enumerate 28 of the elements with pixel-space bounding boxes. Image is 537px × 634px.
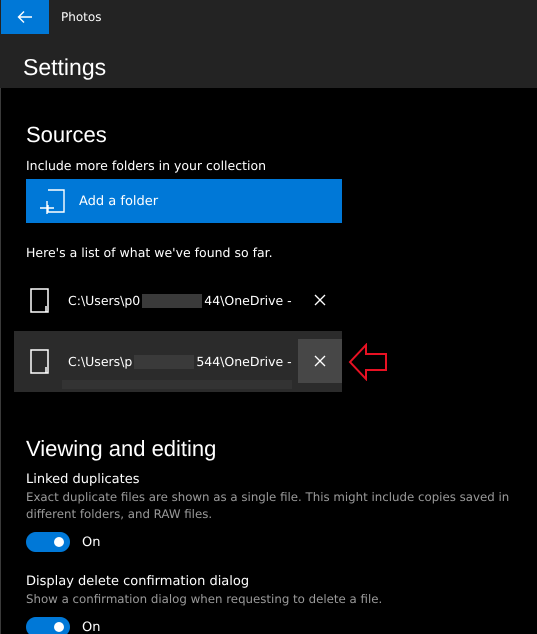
section-heading: Sources — [26, 122, 108, 148]
setting-title: Linked duplicates — [26, 472, 140, 487]
close-icon — [314, 355, 326, 367]
pointer-arrow — [348, 343, 388, 381]
setting-description: Exact duplicate files are shown as a single file. This might include copies saved in different folders, and RAW files. — [26, 489, 510, 523]
setting-title: Display delete confirmation dialog — [26, 574, 250, 589]
folder-path-end: 544\OneDrive - — [196, 354, 292, 369]
toggle-label: On — [82, 534, 100, 550]
folder-path-end: 44\OneDrive - — [204, 293, 292, 308]
back-button[interactable] — [1, 0, 49, 34]
folder-path-start: C:\Users\p0 — [68, 293, 140, 308]
folder-row[interactable]: C:\Users\p0 44\OneDrive - — [14, 270, 342, 331]
toggle-label: On — [82, 620, 100, 634]
add-folder-icon — [39, 188, 67, 214]
add-folder-button[interactable]: Add a folder — [26, 179, 342, 223]
toggle-switch[interactable] — [26, 617, 70, 634]
include-label: Include more folders in your collection — [26, 158, 268, 173]
remove-button[interactable] — [298, 339, 342, 383]
setting-description: Show a confirmation dialog when requesting to delete a file. — [26, 591, 384, 608]
close-icon — [314, 294, 326, 306]
window-title: Photos — [61, 10, 102, 24]
redaction-block — [142, 294, 202, 308]
folder-path-start: C:\Users\p — [68, 354, 132, 369]
back-arrow-icon — [17, 10, 33, 24]
page-title: Settings — [23, 54, 108, 81]
toggle-switch[interactable] — [26, 532, 70, 552]
section-heading: Viewing and editing — [26, 436, 218, 462]
found-label: Here's a list of what we've found so far. — [26, 245, 274, 260]
